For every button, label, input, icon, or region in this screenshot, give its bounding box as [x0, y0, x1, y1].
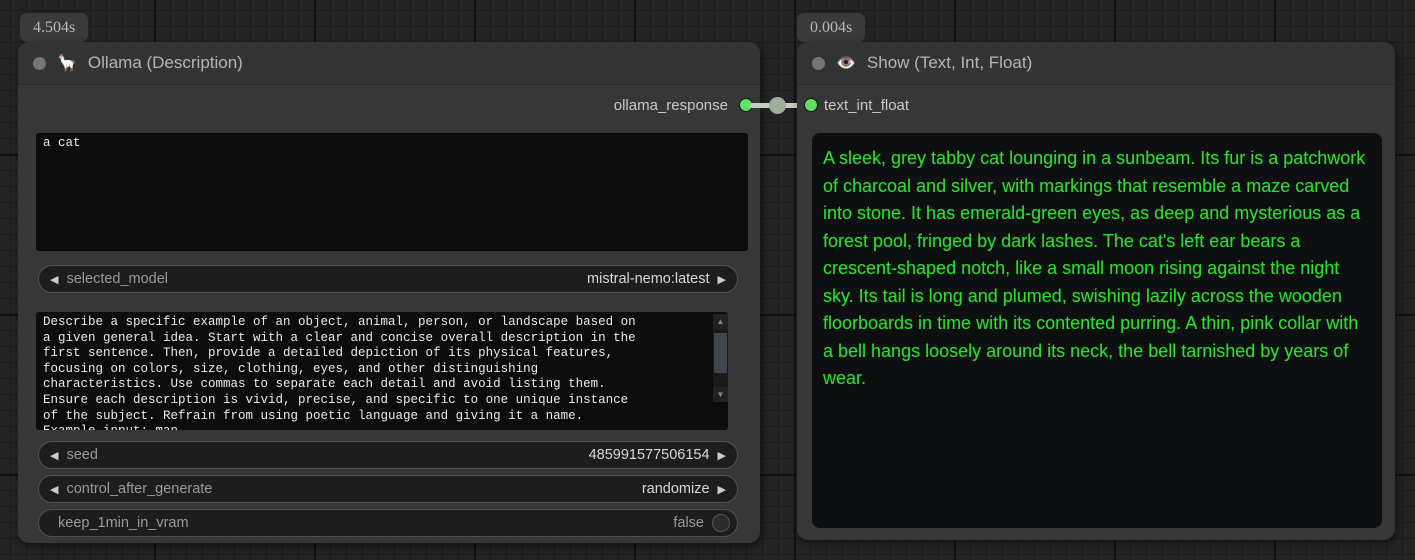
text-input-area[interactable]: a cat: [36, 133, 748, 251]
widget-label: seed: [66, 447, 580, 463]
input-slot-label: text_int_float: [824, 97, 909, 114]
node-title: Ollama (Description): [88, 53, 243, 73]
control-after-generate-widget[interactable]: ◀ control_after_generate randomize ▶: [38, 475, 738, 503]
decrement-arrow-icon[interactable]: ◀: [50, 483, 58, 496]
node-title: Show (Text, Int, Float): [867, 53, 1032, 73]
llama-icon: 🦙: [57, 53, 77, 73]
collapse-dot[interactable]: [33, 57, 46, 70]
scroll-up-button[interactable]: ▲: [713, 314, 728, 329]
eye-icon: 👁️: [836, 53, 856, 73]
keep-1min-in-vram-toggle[interactable]: keep_1min_in_vram false: [38, 509, 738, 537]
seed-widget[interactable]: ◀ seed 485991577506154 ▶: [38, 441, 738, 469]
ollama-description-node[interactable]: 🦙 Ollama (Description) ollama_response a…: [18, 42, 760, 543]
system-prompt-textarea[interactable]: Describe a specific example of an object…: [36, 312, 728, 430]
scrollbar-thumb[interactable]: [714, 333, 727, 373]
decrement-arrow-icon[interactable]: ◀: [50, 273, 58, 286]
output-slot-label: ollama_response: [614, 97, 728, 114]
widget-label: control_after_generate: [66, 481, 633, 497]
widget-value: randomize: [642, 481, 710, 497]
collapse-dot[interactable]: [812, 57, 825, 70]
input-slot-dot[interactable]: [805, 99, 817, 111]
widget-value: false: [673, 515, 704, 531]
selected-model-widget[interactable]: ◀ selected_model mistral-nemo:latest ▶: [38, 265, 738, 293]
execution-time-badge: 0.004s: [797, 13, 865, 42]
widget-value: mistral-nemo:latest: [587, 271, 709, 287]
decrement-arrow-icon[interactable]: ◀: [50, 449, 58, 462]
increment-arrow-icon[interactable]: ▶: [718, 483, 726, 496]
node-graph-canvas[interactable]: 4.504s 0.004s 🦙 Ollama (Description) oll…: [0, 0, 1415, 560]
node-title-bar[interactable]: 🦙 Ollama (Description): [18, 42, 760, 85]
increment-arrow-icon[interactable]: ▶: [718, 273, 726, 286]
increment-arrow-icon[interactable]: ▶: [718, 449, 726, 462]
node-title-bar[interactable]: 👁️ Show (Text, Int, Float): [797, 42, 1395, 85]
link-midpoint-dot[interactable]: [769, 97, 786, 114]
widget-label: keep_1min_in_vram: [50, 515, 665, 531]
show-text-int-float-node[interactable]: 👁️ Show (Text, Int, Float) text_int_floa…: [797, 42, 1395, 540]
widget-value: 485991577506154: [589, 447, 710, 463]
execution-time-badge: 4.504s: [20, 13, 88, 42]
scroll-down-button[interactable]: ▼: [713, 387, 728, 402]
generated-text-display[interactable]: A sleek, grey tabby cat lounging in a su…: [812, 133, 1382, 528]
widget-label: selected_model: [66, 271, 579, 287]
scrollbar[interactable]: ▲ ▼: [713, 314, 728, 402]
toggle-knob[interactable]: [712, 514, 730, 532]
